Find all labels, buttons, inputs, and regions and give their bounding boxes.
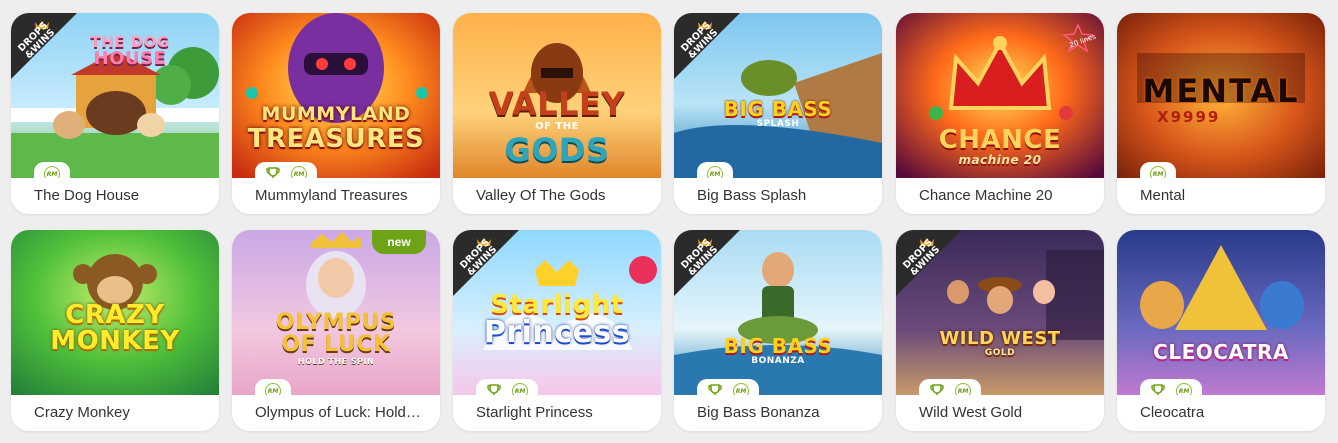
- game-title: Crazy Monkey: [34, 404, 130, 421]
- game-card-mummyland-treasures[interactable]: MUMMYLAND TREASURES RM Mummyland Treasur…: [232, 13, 440, 214]
- card-label-bar: Big Bass Bonanza: [674, 395, 882, 431]
- game-thumbnail: OLYMPUS OF LUCK HOLD THE SPIN: [232, 230, 440, 395]
- game-card-big-bass-splash[interactable]: BIG BASS SPLASH DROPS &WINS RM Big Bass S…: [674, 13, 882, 214]
- game-logo: CRAZY MONKEY: [50, 300, 180, 356]
- game-title: Valley Of The Gods: [476, 187, 606, 204]
- game-card-chance-machine-20[interactable]: 20 lines CHANCE machine 20 Chance Machin…: [896, 13, 1104, 214]
- card-label-bar: Valley Of The Gods: [453, 178, 661, 214]
- card-label-bar: The Dog House: [11, 178, 219, 214]
- game-card-big-bass-bonanza[interactable]: BIG BASS BONANZA DROPS &WINS RM Big Bass …: [674, 230, 882, 431]
- game-logo: Starlight Princess: [483, 290, 631, 350]
- card-label-bar: Chance Machine 20: [896, 178, 1104, 214]
- game-card-mental[interactable]: MENTAL X9999 RM Mental: [1117, 13, 1325, 214]
- card-label-bar: Cleocatra: [1117, 395, 1325, 431]
- game-logo: CHANCE machine 20: [938, 125, 1062, 167]
- game-thumbnail: CRAZY MONKEY: [11, 230, 219, 395]
- game-title: Big Bass Bonanza: [697, 404, 820, 421]
- game-title: Chance Machine 20: [919, 187, 1053, 204]
- game-card-olympus-of-luck[interactable]: OLYMPUS OF LUCK HOLD THE SPIN new RM Oly…: [232, 230, 440, 431]
- game-logo: WILD WEST GOLD: [939, 328, 1061, 358]
- game-card-cleocatra[interactable]: CLEOCATRA RM Cleocatra: [1117, 230, 1325, 431]
- card-label-bar: Wild West Gold: [896, 395, 1104, 431]
- game-title: Cleocatra: [1140, 404, 1205, 421]
- game-logo: OLYMPUS OF LUCK HOLD THE SPIN: [275, 310, 397, 366]
- game-title: The Dog House: [34, 187, 140, 204]
- card-label-bar: Mummyland Treasures: [232, 178, 440, 214]
- game-card-the-dog-house[interactable]: THE DOG HOUSE DROPS &WINS RM The Dog Hous…: [11, 13, 219, 214]
- game-title: Wild West Gold: [919, 404, 1023, 421]
- game-title: Mental: [1140, 187, 1186, 204]
- game-thumbnail: CLEOCATRA: [1117, 230, 1325, 395]
- game-title: Mummyland Treasures: [255, 187, 408, 204]
- game-logo: MUMMYLAND TREASURES: [247, 103, 425, 154]
- game-logo: VALLEY OF THE GODS: [488, 85, 626, 169]
- game-title: Big Bass Splash: [697, 187, 807, 204]
- game-card-valley-of-the-gods[interactable]: VALLEY OF THE GODS Valley Of The Gods: [453, 13, 661, 214]
- game-logo: MENTAL X9999: [1142, 72, 1300, 126]
- game-logo: BIG BASS BONANZA: [723, 334, 833, 366]
- game-card-wild-west-gold[interactable]: WILD WEST GOLD DROPS &WINS RM Wild West G…: [896, 230, 1104, 431]
- game-logo: BIG BASS SPLASH: [723, 97, 833, 129]
- game-title: Olympus of Luck: Hold the Spin: [255, 404, 425, 421]
- game-thumbnail: MUMMYLAND TREASURES: [232, 13, 440, 178]
- game-logo: CLEOCATRA: [1153, 340, 1289, 364]
- game-card-crazy-monkey[interactable]: CRAZY MONKEY Crazy Monkey: [11, 230, 219, 431]
- new-badge: new: [372, 230, 426, 254]
- card-label-bar: Big Bass Splash: [674, 178, 882, 214]
- game-card-starlight-princess[interactable]: Starlight Princess DROPS &WINS RM Starlig…: [453, 230, 661, 431]
- card-label-bar: Olympus of Luck: Hold the Spin: [232, 395, 440, 431]
- card-label-bar: Starlight Princess: [453, 395, 661, 431]
- games-grid: THE DOG HOUSE DROPS &WINS RM The Dog Hous…: [0, 0, 1338, 443]
- card-label-bar: Crazy Monkey: [11, 395, 219, 431]
- game-thumbnail: 20 lines CHANCE machine 20: [896, 13, 1104, 178]
- card-label-bar: Mental: [1117, 178, 1325, 214]
- game-title: Starlight Princess: [476, 404, 593, 421]
- game-thumbnail: MENTAL X9999: [1117, 13, 1325, 178]
- game-thumbnail: VALLEY OF THE GODS: [453, 13, 661, 178]
